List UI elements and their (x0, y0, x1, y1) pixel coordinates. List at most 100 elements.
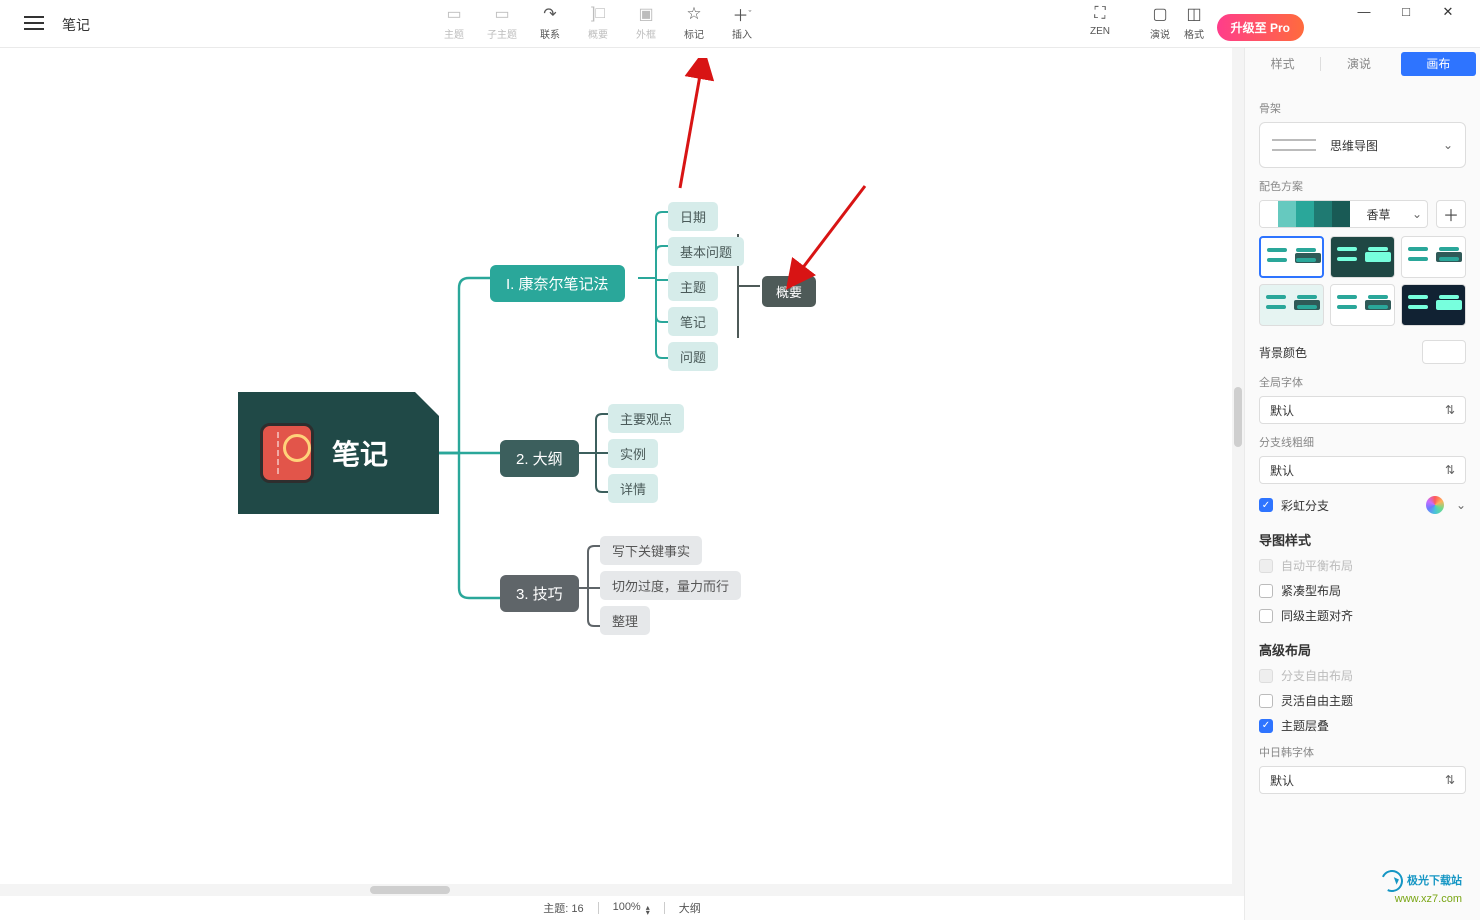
panel-tab-style[interactable]: 样式 (1245, 48, 1320, 80)
branch-2-label: 2. 大纲 (516, 451, 563, 468)
root-topic[interactable]: 笔记 (238, 392, 439, 514)
branch-1[interactable]: I. 康奈尔笔记法 (490, 265, 625, 302)
overlap-checkbox[interactable]: ✓ (1259, 719, 1273, 733)
rainbow-label: 彩虹分支 (1281, 497, 1329, 514)
cjk-font-select[interactable]: 默认⇅ (1259, 766, 1466, 794)
leaf-b1-0[interactable]: 日期 (668, 202, 718, 231)
window-maximize[interactable]: □ (1386, 4, 1426, 26)
leaf-b2-1[interactable]: 实例 (608, 439, 658, 468)
theme-grid (1259, 236, 1466, 326)
chevron-down-icon: ⌄ (1456, 498, 1466, 512)
summary-icon: ]□ (574, 4, 622, 24)
upgrade-pro-button[interactable]: 升级至 Pro (1217, 14, 1304, 41)
branch-2[interactable]: 2. 大纲 (500, 440, 579, 477)
branch-1-label: I. 康奈尔笔记法 (506, 276, 609, 293)
mindmap-canvas[interactable]: 笔记 I. 康奈尔笔记法 日期 基本问题 主题 笔记 问题 概要 2. 大纲 主… (0, 48, 1244, 896)
leaf-b3-2[interactable]: 整理 (600, 606, 650, 635)
stepper-icon: ▴▾ (646, 905, 650, 915)
theme-thumb-5[interactable] (1330, 284, 1395, 326)
stepper-icon: ⇅ (1445, 463, 1455, 477)
topic-icon: ▭ (430, 4, 478, 24)
window-close[interactable]: ✕ (1428, 4, 1468, 26)
skeleton-icon (1272, 134, 1316, 156)
skeleton-select[interactable]: 思维导图 ⌄ (1259, 122, 1466, 168)
canvas-scrollbar-vertical[interactable] (1232, 48, 1244, 896)
chevron-down-icon: ⌄ (1443, 138, 1453, 152)
branch-line-select[interactable]: 默认⇅ (1259, 456, 1466, 484)
advanced-head: 高级布局 (1259, 640, 1466, 659)
subtopic-icon: ▭ (478, 4, 526, 24)
branch-3[interactable]: 3. 技巧 (500, 575, 579, 612)
document-title: 笔记 (62, 15, 90, 35)
notebook-icon (260, 423, 314, 483)
rainbow-checkbox[interactable]: ✓ (1259, 498, 1273, 512)
leaf-b2-0[interactable]: 主要观点 (608, 404, 684, 433)
bg-color-swatch[interactable] (1422, 340, 1466, 364)
leaf-b1-1[interactable]: 基本问题 (668, 237, 744, 266)
toolbar-format[interactable]: ◫ 格式 (1170, 4, 1218, 41)
watermark-icon (1378, 867, 1406, 895)
relation-icon: ↷ (526, 4, 574, 24)
global-font-select[interactable]: 默认⇅ (1259, 396, 1466, 424)
branch-3-label: 3. 技巧 (516, 586, 563, 603)
theme-thumb-1[interactable] (1259, 236, 1324, 278)
stepper-icon: ⇅ (1445, 773, 1455, 787)
rainbow-icon (1426, 496, 1444, 514)
hamburger-menu[interactable] (24, 16, 44, 30)
summary-node[interactable]: 概要 (762, 276, 816, 307)
page-fold-decor (415, 392, 439, 416)
status-zoom[interactable]: 100% ▴▾ (613, 901, 650, 915)
plus-icon: ＋ˇ (718, 4, 766, 24)
panel-tab-canvas[interactable]: 画布 (1401, 52, 1476, 76)
star-icon: ☆ (670, 4, 718, 24)
theme-thumb-6[interactable] (1401, 284, 1466, 326)
boundary-icon: ▣ (622, 4, 670, 24)
toolbar-main-topic[interactable]: ▭ 主题 (430, 4, 478, 41)
panel-tab-pitch[interactable]: 演说 (1321, 48, 1396, 80)
branch-line-label: 分支线粗细 (1259, 434, 1466, 450)
toolbar-summary[interactable]: ]□ 概要 (574, 4, 622, 41)
status-topic-count: 主题: 16 (543, 900, 583, 916)
leaf-b1-2[interactable]: 主题 (668, 272, 718, 301)
skeleton-section-label: 骨架 (1259, 100, 1466, 116)
leaf-b3-1[interactable]: 切勿过度，量力而行 (600, 571, 741, 600)
title-bar: 笔记 ▭ 主题 ▭ 子主题 ↷ 联系 ]□ 概要 ▣ 外框 ☆ 标记 ＋ˇ 插入 (0, 0, 1480, 48)
canvas-scrollbar-horizontal[interactable] (0, 884, 1232, 896)
align-siblings-checkbox[interactable] (1259, 609, 1273, 623)
format-panel-icon: ◫ (1170, 4, 1218, 24)
toolbar-zen[interactable]: ⛶ ZEN (1080, 4, 1120, 41)
toolbar-boundary[interactable]: ▣ 外框 (622, 4, 670, 41)
theme-thumb-4[interactable] (1259, 284, 1324, 326)
free-topic-checkbox[interactable] (1259, 694, 1273, 708)
watermark: 极光下载站 www.xz7.com (1381, 870, 1462, 906)
free-branch-checkbox (1259, 669, 1273, 683)
scheme-section-label: 配色方案 (1259, 178, 1466, 194)
toolbar-marker[interactable]: ☆ 标记 (670, 4, 718, 41)
add-scheme-button[interactable]: ＋ (1436, 200, 1466, 228)
leaf-b3-0[interactable]: 写下关键事实 (600, 536, 702, 565)
leaf-b2-2[interactable]: 详情 (608, 474, 658, 503)
status-bar: 主题: 16 100% ▴▾ 大纲 (0, 896, 1244, 920)
annotation-arrow-top (660, 58, 720, 198)
toolbar-insert[interactable]: ＋ˇ 插入 (718, 4, 766, 41)
compact-checkbox[interactable] (1259, 584, 1273, 598)
connector-lines (0, 48, 1244, 896)
color-scheme-select[interactable]: 香草 ⌄ (1259, 200, 1428, 228)
theme-thumb-3[interactable] (1401, 236, 1466, 278)
skeleton-value: 思维导图 (1330, 137, 1378, 154)
chevron-down-icon: ⌄ (1407, 207, 1427, 221)
toolbar-relation[interactable]: ↷ 联系 (526, 4, 574, 41)
leaf-b1-3[interactable]: 笔记 (668, 307, 718, 336)
status-mode[interactable]: 大纲 (679, 900, 701, 916)
window-minimize[interactable]: — (1344, 4, 1384, 26)
global-font-label: 全局字体 (1259, 374, 1466, 390)
theme-thumb-2[interactable] (1330, 236, 1395, 278)
format-panel: 样式 演说 画布 骨架 思维导图 ⌄ 配色方案 香草 ⌄ ＋ (1244, 48, 1480, 920)
zen-icon: ⛶ (1080, 4, 1120, 24)
toolbar-sub-topic[interactable]: ▭ 子主题 (478, 4, 526, 41)
cjk-font-label: 中日韩字体 (1259, 744, 1466, 760)
scheme-value: 香草 (1350, 206, 1407, 223)
root-topic-label: 笔记 (332, 433, 388, 473)
bg-color-label: 背景颜色 (1259, 344, 1307, 361)
leaf-b1-4[interactable]: 问题 (668, 342, 718, 371)
